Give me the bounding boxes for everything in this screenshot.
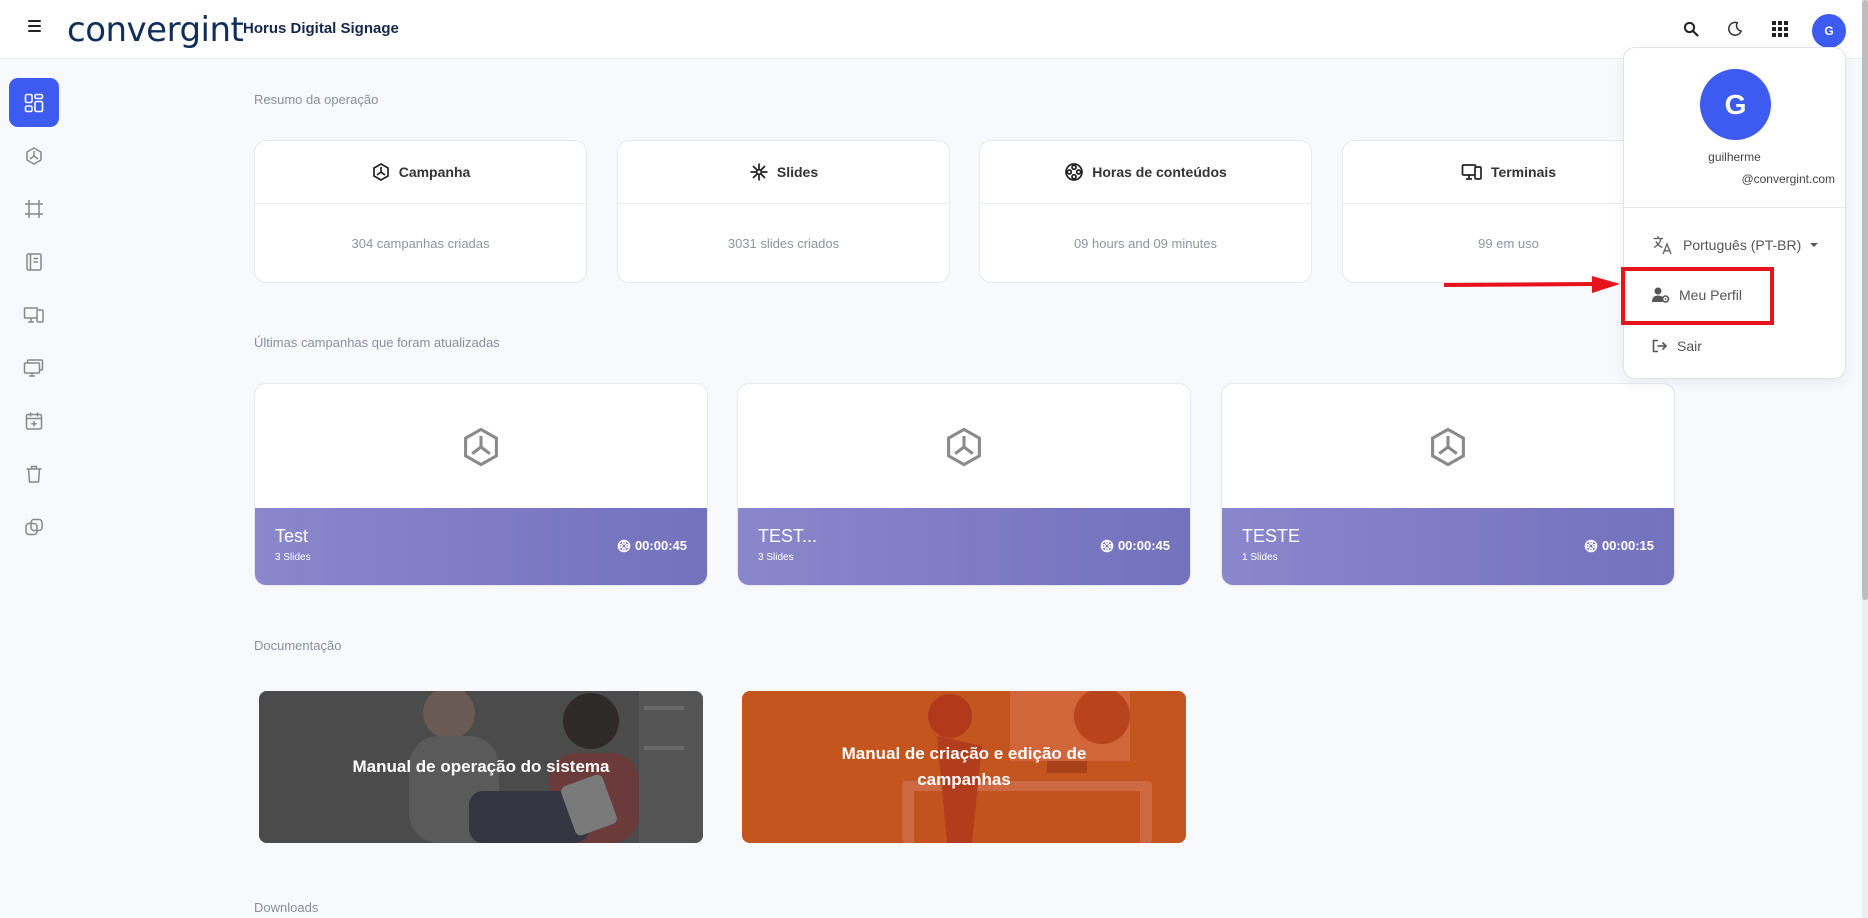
sidebar-item-trash[interactable] — [9, 449, 59, 498]
stat-card-value: 09 hours and 09 minutes — [1073, 236, 1218, 251]
user-avatar-large: G — [1700, 69, 1771, 140]
stat-card-title: Slides — [776, 164, 819, 180]
campaign-slide-count: 1 Slides — [1242, 552, 1278, 563]
campaign-name: TEST... — [758, 526, 818, 546]
sidebar-item-terminals[interactable] — [9, 290, 59, 339]
search-icon[interactable] — [1680, 18, 1702, 40]
campaign-duration: 00:00:15 — [1601, 538, 1654, 553]
user-name: guilherme — [1708, 150, 1761, 164]
recent-section-title: Últimas campanhas que foram atualizadas — [254, 335, 500, 350]
devices-icon — [1461, 164, 1482, 180]
film-reel-icon — [1065, 163, 1084, 181]
campaign-slide-count: 3 Slides — [758, 552, 794, 563]
docs-section-title: Documentação — [254, 638, 342, 653]
stat-card-value: 304 campanhas criadas — [351, 236, 490, 251]
logout-label: Sair — [1677, 338, 1702, 354]
logout-icon — [1652, 339, 1668, 353]
apps-grid-icon[interactable] — [1769, 18, 1791, 40]
doc-card-title: Manual de criação e edição de campanhas — [841, 744, 1087, 789]
logo-text: convergint — [67, 10, 244, 50]
campaign-icon — [947, 427, 981, 467]
devices-icon — [23, 306, 44, 323]
doc-card-operation-manual[interactable]: Manual de operação do sistema — [259, 691, 703, 843]
page-scrollbar[interactable] — [1862, 0, 1868, 918]
doc-card-title: Manual de operação do sistema — [352, 757, 610, 776]
caret-down-icon — [1810, 243, 1819, 247]
campaign-duration: 00:00:45 — [634, 538, 687, 553]
sidebar-item-integrations[interactable] — [9, 502, 59, 551]
sidebar-item-dashboard[interactable] — [9, 78, 59, 127]
notebook-icon — [26, 252, 42, 271]
campaign-icon — [464, 427, 498, 467]
dark-mode-moon-icon[interactable] — [1724, 18, 1746, 40]
campaign-slide-count: 3 Slides — [275, 552, 311, 563]
sidebar-item-frames[interactable] — [9, 184, 59, 233]
calendar-plus-icon — [25, 412, 43, 430]
downloads-section-title: Downloads — [254, 900, 319, 915]
campaign-icon — [1431, 427, 1465, 467]
summary-section-title: Resumo da operação — [254, 92, 379, 107]
user-menu-dropdown: G guilherme @convergint.com Português (P… — [1623, 47, 1846, 379]
sidebar-item-campaigns[interactable] — [9, 131, 59, 180]
stat-card-content-hours[interactable]: Horas de conteúdos 09 hours and 09 minut… — [979, 140, 1312, 283]
stat-card-title: Campanha — [398, 164, 471, 180]
stat-card-title: Terminais — [1490, 164, 1557, 180]
doc-card-campaign-manual[interactable]: Manual de criação e edição de campanhas — [742, 691, 1186, 843]
logout-menu-item[interactable]: Sair — [1652, 338, 1702, 354]
film-reel-icon — [1100, 539, 1114, 552]
campaign-name: TESTE — [1242, 526, 1301, 546]
language-selector[interactable]: Português (PT-BR) — [1652, 235, 1819, 255]
monitors-icon — [23, 358, 44, 377]
sidebar-item-schedule[interactable] — [9, 396, 59, 445]
stat-card-title: Horas de conteúdos — [1092, 164, 1227, 180]
stat-card-campaigns[interactable]: Campanha 304 campanhas criadas — [254, 140, 587, 283]
frame-icon — [25, 199, 43, 218]
language-label: Português (PT-BR) — [1683, 237, 1802, 253]
trash-icon — [26, 465, 42, 483]
stat-card-slides[interactable]: Slides 3031 slides criados — [617, 140, 950, 283]
sparkle-icon — [750, 163, 768, 181]
campaign-card[interactable]: TEST... 3 Slides 00:00:45 — [737, 383, 1191, 586]
top-bar: convergint Horus Digital Signage G — [0, 0, 1868, 59]
campaign-card[interactable]: TESTE 1 Slides 00:00:15 — [1221, 383, 1675, 586]
link-icon — [25, 518, 43, 535]
annotation-arrow-icon — [1444, 276, 1620, 293]
film-reel-icon — [617, 539, 631, 552]
app-title: Horus Digital Signage — [243, 20, 399, 37]
menu-toggle-icon[interactable] — [28, 20, 42, 33]
campaign-icon — [26, 146, 42, 165]
translate-icon — [1653, 236, 1672, 255]
campaign-icon — [372, 163, 389, 181]
menu-divider — [1624, 207, 1845, 208]
campaign-card[interactable]: Test 3 Slides 00:00:45 — [254, 383, 708, 586]
dashboard-icon — [24, 93, 44, 112]
stat-card-value: 3031 slides criados — [727, 236, 840, 251]
annotation-highlight-box — [1621, 267, 1774, 325]
user-avatar-button[interactable]: G — [1812, 14, 1846, 48]
logo[interactable]: convergint — [67, 10, 244, 50]
campaign-duration: 00:00:45 — [1117, 538, 1170, 553]
film-reel-icon — [1584, 539, 1598, 552]
sidebar-item-documents[interactable] — [9, 237, 59, 286]
sidebar-item-screens[interactable] — [9, 343, 59, 392]
sidebar — [0, 60, 68, 918]
campaign-name: Test — [275, 526, 309, 546]
user-email: @convergint.com — [1741, 172, 1835, 186]
